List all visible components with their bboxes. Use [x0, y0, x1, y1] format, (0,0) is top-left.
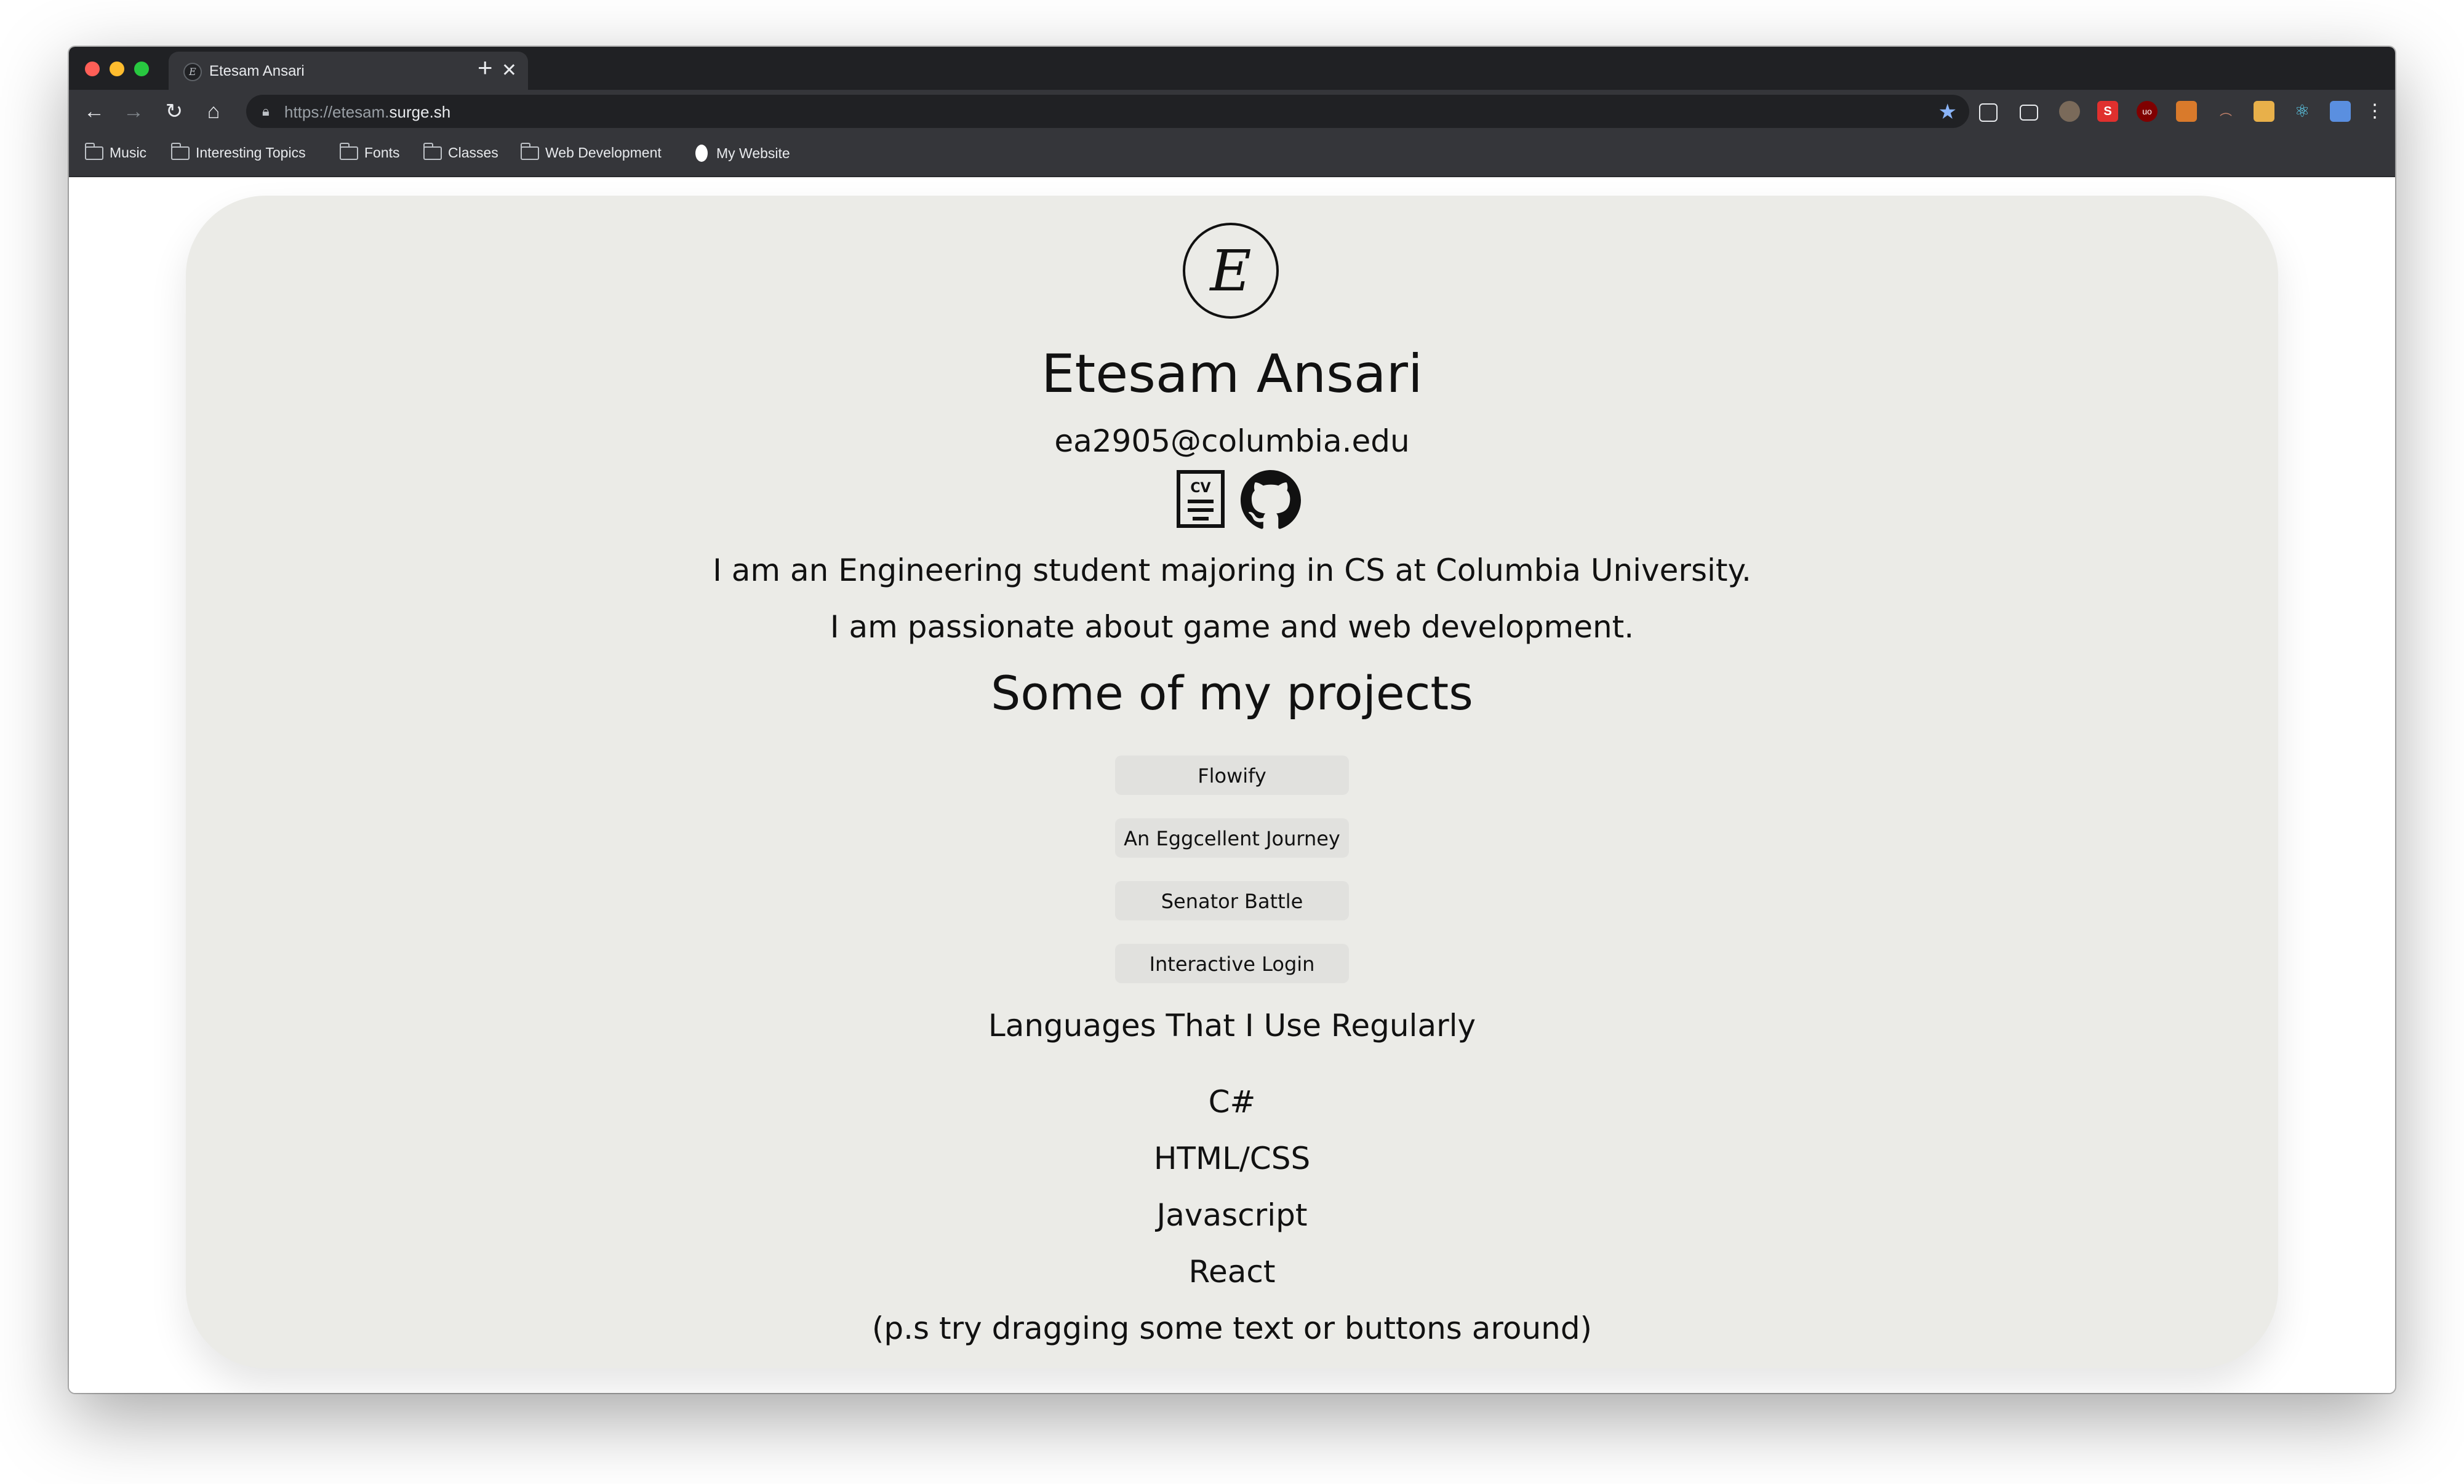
- language-item[interactable]: HTML/CSS: [186, 1141, 2278, 1176]
- new-tab-icon[interactable]: +: [478, 54, 493, 81]
- menu-more-icon[interactable]: ⋮: [2364, 101, 2385, 122]
- tab-favicon-icon: E: [183, 63, 202, 81]
- lock-icon: 🔒︎: [262, 103, 270, 119]
- tab-strip: E Etesam Ansari ✕ +: [69, 47, 2395, 90]
- projects-heading[interactable]: Some of my projects: [186, 666, 2278, 720]
- project-button-eggcellent-journey[interactable]: An Eggcellent Journey: [1115, 818, 1349, 858]
- profile-email[interactable]: ea2905@columbia.edu: [186, 423, 2278, 459]
- forward-icon[interactable]: →: [118, 96, 149, 127]
- home-icon[interactable]: ⌂: [198, 96, 229, 127]
- folder-icon: [423, 142, 442, 160]
- github-icon[interactable]: [1241, 470, 1301, 530]
- bookmark-interesting-topics[interactable]: Interesting Topics: [170, 142, 306, 161]
- extension-avatar-icon[interactable]: [2059, 101, 2080, 122]
- profile-card: E Etesam Ansari ea2905@columbia.edu CV I…: [186, 196, 2278, 1368]
- site-favicon-icon: [695, 145, 708, 162]
- extension-fox-icon[interactable]: [2254, 101, 2274, 122]
- bookmarks-bar: Music Interesting Topics Fonts Classes W…: [69, 133, 2395, 177]
- react-devtools-icon[interactable]: ⚛: [2292, 101, 2313, 122]
- language-item[interactable]: C#: [186, 1084, 2278, 1120]
- folder-icon: [339, 142, 358, 160]
- back-icon[interactable]: ←: [79, 96, 110, 127]
- bookmark-fonts[interactable]: Fonts: [339, 142, 400, 161]
- bookmark-web-development[interactable]: Web Development: [520, 142, 662, 161]
- folder-icon: [520, 142, 539, 160]
- bookmark-classes[interactable]: Classes: [423, 142, 498, 161]
- side-panel-icon[interactable]: [2020, 105, 2038, 121]
- language-item[interactable]: Javascript: [186, 1197, 2278, 1233]
- drag-hint-note[interactable]: (p.s try dragging some text or buttons a…: [186, 1310, 2278, 1346]
- project-button-flowify[interactable]: Flowify: [1115, 756, 1349, 795]
- reading-list-icon[interactable]: [1979, 103, 1998, 122]
- url-text: https://etesam.surge.sh: [284, 103, 451, 121]
- minimize-window-button[interactable]: [110, 62, 124, 76]
- profile-name[interactable]: Etesam Ansari: [186, 343, 2278, 405]
- bookmark-my-website[interactable]: My Website: [695, 145, 790, 162]
- extension-ublock-icon[interactable]: uo: [2137, 101, 2158, 122]
- extension-mustache-icon[interactable]: ︵: [2215, 101, 2236, 122]
- logo: E: [1183, 223, 1279, 319]
- bio-line[interactable]: I am passionate about game and web devel…: [186, 609, 2278, 645]
- close-window-button[interactable]: [85, 62, 100, 76]
- cv-icon[interactable]: CV: [1177, 470, 1225, 528]
- bookmark-music[interactable]: Music: [84, 142, 146, 161]
- svg-text:CV: CV: [1190, 481, 1210, 496]
- language-item[interactable]: React: [186, 1254, 2278, 1290]
- project-button-interactive-login[interactable]: Interactive Login: [1115, 944, 1349, 983]
- bio-line[interactable]: I am an Engineering student majoring in …: [186, 553, 2278, 588]
- browser-toolbar: ← → ↻ ⌂ 🔒︎ https://etesam.surge.sh ★ S u…: [69, 90, 2395, 133]
- languages-heading[interactable]: Languages That I Use Regularly: [186, 1008, 2278, 1043]
- extension-notification-icon[interactable]: [2176, 101, 2197, 122]
- profile-links: CV: [1177, 470, 1301, 532]
- tab-title: Etesam Ansari: [209, 63, 305, 79]
- bookmark-star-icon[interactable]: ★: [1938, 100, 1957, 124]
- folder-icon: [170, 142, 190, 160]
- extension-calendar-icon[interactable]: [2330, 101, 2351, 122]
- page-viewport: E Etesam Ansari ea2905@columbia.edu CV I…: [69, 177, 2395, 1393]
- tab-etesam-ansari[interactable]: E Etesam Ansari ✕: [169, 52, 528, 90]
- folder-icon: [84, 142, 103, 160]
- maximize-window-button[interactable]: [134, 62, 149, 76]
- project-button-senator-battle[interactable]: Senator Battle: [1115, 881, 1349, 920]
- browser-window: E Etesam Ansari ✕ + ← → ↻ ⌂ 🔒︎ https://e…: [69, 47, 2395, 1393]
- address-bar[interactable]: 🔒︎ https://etesam.surge.sh ★: [246, 95, 1969, 128]
- close-tab-icon[interactable]: ✕: [502, 60, 517, 81]
- reload-icon[interactable]: ↻: [159, 96, 190, 127]
- extension-s-icon[interactable]: S: [2097, 101, 2118, 122]
